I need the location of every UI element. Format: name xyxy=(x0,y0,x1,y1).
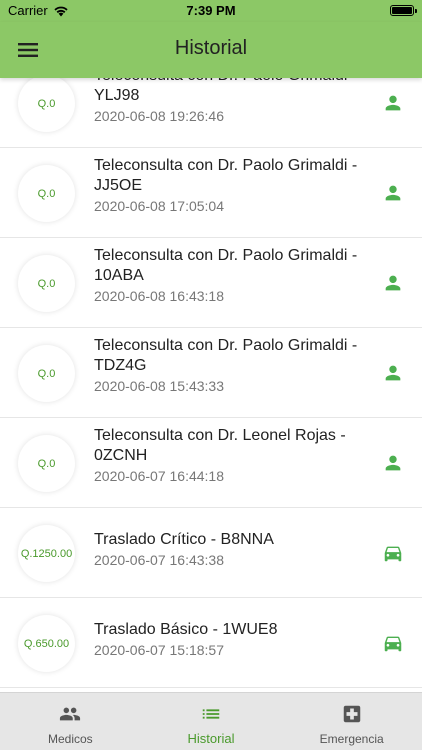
nav-label: Emergencia xyxy=(319,732,384,746)
nav-tab-emergencia[interactable]: Emergencia xyxy=(281,693,422,750)
battery-icon xyxy=(390,5,417,16)
history-item-date: 2020-06-07 15:18:57 xyxy=(94,642,224,658)
medical-cross-icon xyxy=(343,705,360,723)
car-icon xyxy=(384,546,402,562)
history-item-title: Traslado Crítico - B8NNA xyxy=(94,531,274,548)
history-list[interactable]: Q.0 Teleconsulta con Dr. Paolo Grimaldi … xyxy=(0,78,422,692)
history-item-date: 2020-06-07 16:44:18 xyxy=(94,468,224,484)
amount-badge: Q.1250.00 xyxy=(18,525,75,582)
history-item-title: Traslado Básico - 1WUE8 xyxy=(94,621,278,638)
history-item[interactable]: Q.0 Teleconsulta con Dr. Paolo Grimaldi … xyxy=(0,78,422,148)
amount-badge: Q.0 xyxy=(18,255,75,312)
history-item-date: 2020-06-08 16:43:18 xyxy=(94,288,224,304)
amount-badge: Q.650.00 xyxy=(18,615,75,672)
amount-badge: Q.0 xyxy=(18,165,75,222)
history-item-title: Teleconsulta con Dr. Paolo Grimaldi - YL… xyxy=(94,78,357,104)
amount-badge: Q.0 xyxy=(18,435,75,492)
page-title: Historial xyxy=(174,37,248,59)
history-item[interactable]: Q.0 Teleconsulta con Dr. Paolo Grimaldi … xyxy=(0,148,422,238)
person-icon xyxy=(385,455,401,471)
person-icon xyxy=(385,95,401,111)
app-bar: Historial xyxy=(0,22,422,78)
amount-badge: Q.0 xyxy=(18,78,75,132)
person-icon xyxy=(385,275,401,291)
status-bar: Carrier 7:39 PM xyxy=(0,0,422,22)
history-item-date: 2020-06-08 15:43:33 xyxy=(94,378,224,394)
history-item-title: Teleconsulta con Dr. Paolo Grimaldi - TD… xyxy=(94,337,358,374)
history-item-date: 2020-06-08 17:05:04 xyxy=(94,198,224,214)
history-item[interactable]: Q.1250.00 Traslado Crítico - B8NNA 2020-… xyxy=(0,508,422,598)
history-item-title: Teleconsulta con Dr. Leonel Rojas - 0ZCN… xyxy=(94,427,346,464)
list-icon xyxy=(202,709,220,719)
history-item-date: 2020-06-08 19:26:46 xyxy=(94,108,224,124)
car-icon xyxy=(384,636,402,652)
history-item-title: Teleconsulta con Dr. Paolo Grimaldi - JJ… xyxy=(94,157,358,194)
nav-tab-medicos[interactable]: Medicos xyxy=(0,693,141,750)
amount-badge: Q.0 xyxy=(18,345,75,402)
clock: 7:39 PM xyxy=(186,3,236,18)
history-item-date: 2020-06-07 16:43:38 xyxy=(94,552,224,568)
nav-tab-historial[interactable]: Historial xyxy=(141,693,282,750)
bottom-nav: Medicos Historial Emergencia xyxy=(0,692,422,750)
history-item[interactable]: Q.0 Teleconsulta con Dr. Leonel Rojas - … xyxy=(0,418,422,508)
nav-label: Historial xyxy=(187,731,235,746)
history-item[interactable]: Q.0 Teleconsulta con Dr. Paolo Grimaldi … xyxy=(0,328,422,418)
nav-label: Medicos xyxy=(47,732,93,746)
history-item-title: Teleconsulta con Dr. Paolo Grimaldi - 10… xyxy=(94,247,358,284)
person-icon xyxy=(385,365,401,381)
person-icon xyxy=(385,185,401,201)
people-icon xyxy=(60,707,81,721)
history-item[interactable]: Q.650.00 Traslado Básico - 1WUE8 2020-06… xyxy=(0,598,422,688)
history-item[interactable]: Q.0 Teleconsulta con Dr. Paolo Grimaldi … xyxy=(0,238,422,328)
